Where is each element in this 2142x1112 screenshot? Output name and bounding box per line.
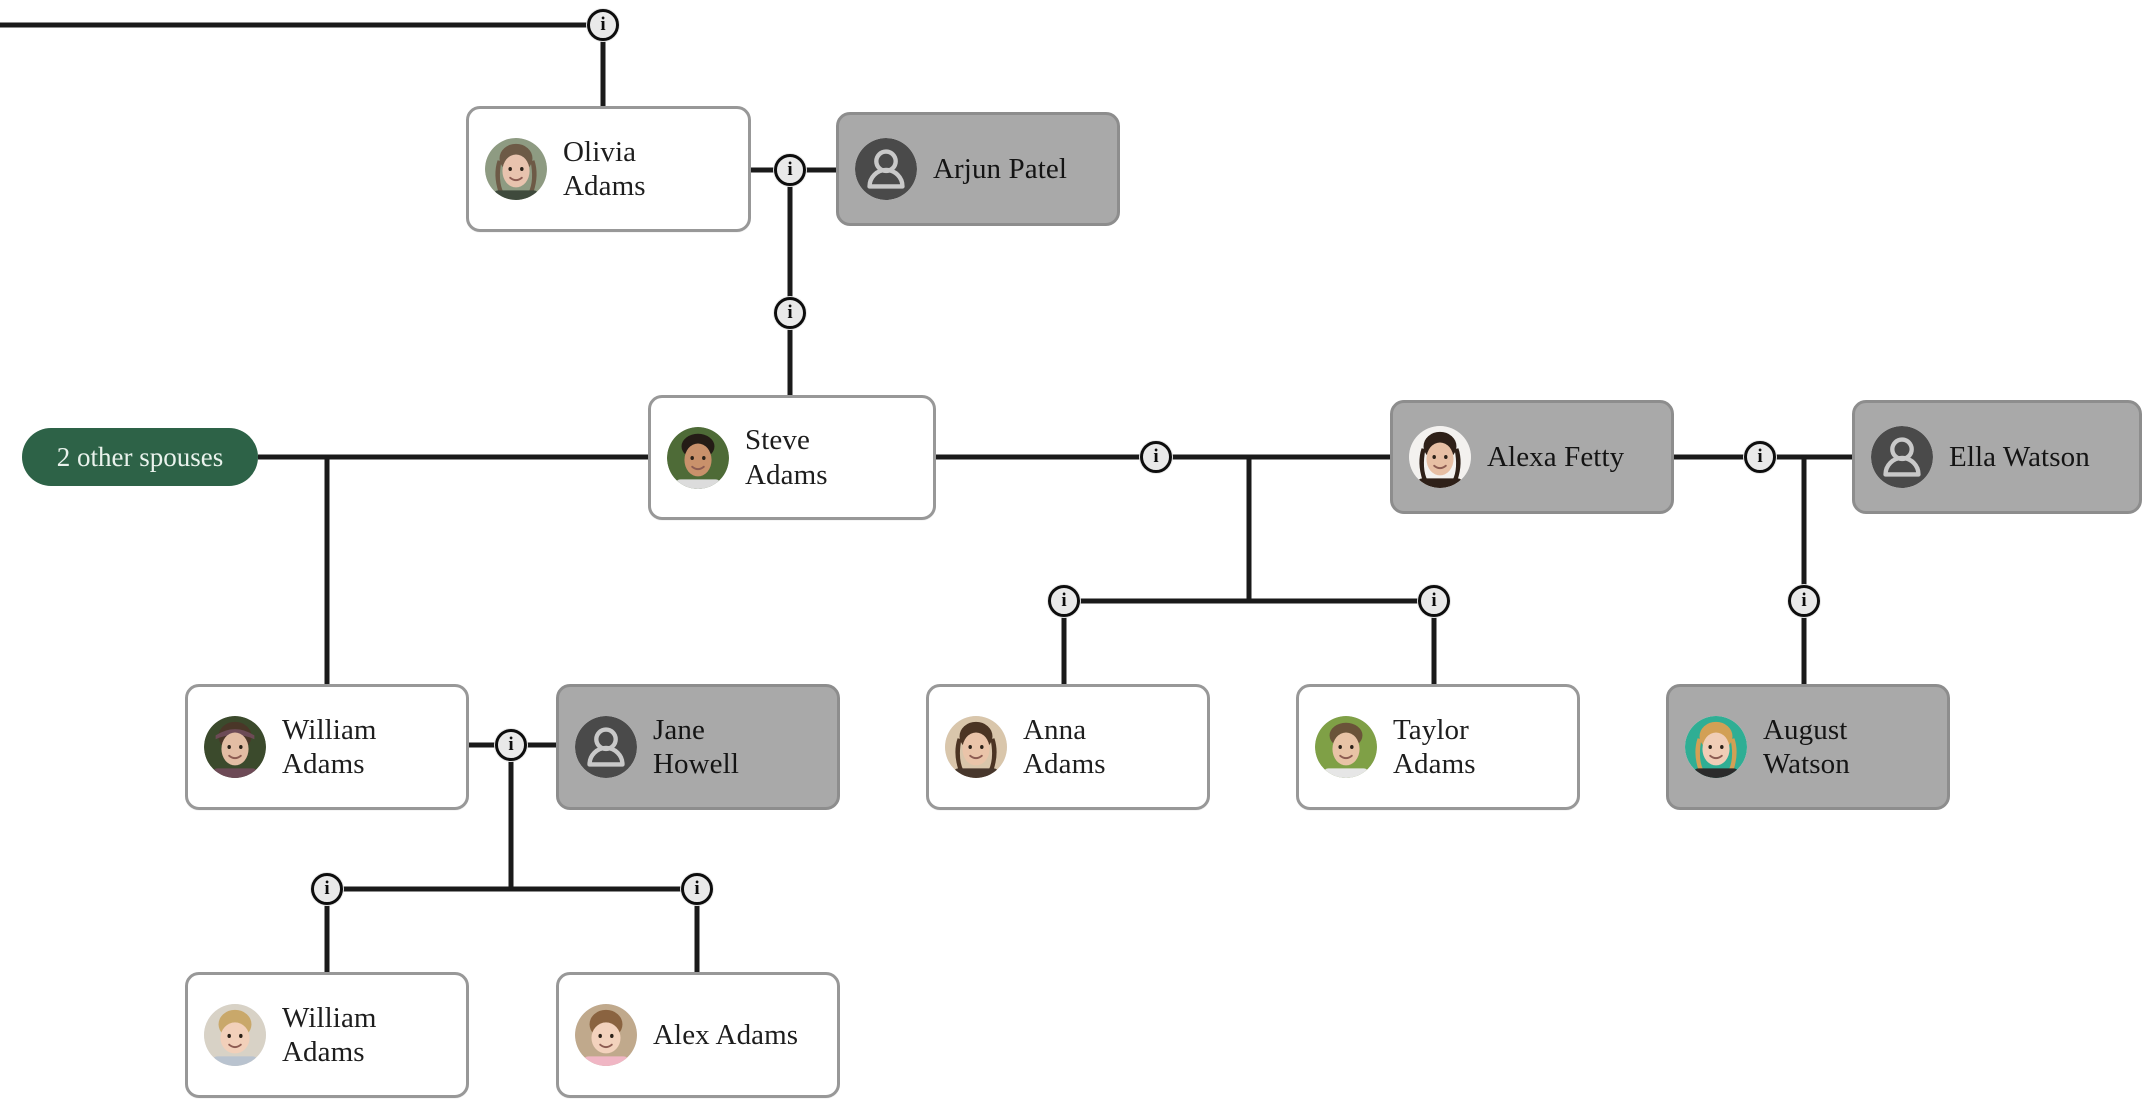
- person-placeholder-icon: [575, 716, 637, 778]
- person-placeholder-icon: [855, 138, 917, 200]
- person-name: Alex Adams: [653, 1018, 799, 1051]
- person-name: Olivia Adams: [563, 135, 646, 202]
- info-badge-ring: i: [681, 873, 713, 905]
- family-tree-canvas: 2 other spouses Olivia Adams Arjun Patel S…: [0, 0, 2142, 1112]
- info-badge-ring: i: [1418, 585, 1450, 617]
- info-badge-ring: i: [774, 297, 806, 329]
- avatar-photo: [485, 138, 547, 200]
- info-badge-letter: i: [1757, 445, 1763, 467]
- info-badge-letter: i: [1801, 589, 1807, 611]
- person-card-august-watson[interactable]: August Watson: [1666, 684, 1950, 810]
- avatar-photo: [1685, 716, 1747, 778]
- info-badge-olivia-arjun-icon[interactable]: i: [773, 153, 807, 187]
- info-badge-child-anna-icon[interactable]: i: [1047, 584, 1081, 618]
- person-card-william-adams-sr[interactable]: William Adams: [185, 684, 469, 810]
- person-name: Arjun Patel: [933, 152, 1067, 185]
- avatar-photo: [575, 1004, 637, 1066]
- info-badge-child-taylor-icon[interactable]: i: [1417, 584, 1451, 618]
- person-card-ella-watson[interactable]: Ella Watson: [1852, 400, 2142, 514]
- person-placeholder-icon: [1871, 426, 1933, 488]
- other-spouses-label: 2 other spouses: [56, 441, 224, 472]
- person-name: Alexa Fetty: [1487, 440, 1625, 473]
- info-badge-letter: i: [1431, 589, 1437, 611]
- info-badge-ring: i: [1140, 441, 1172, 473]
- info-badge-letter: i: [1061, 589, 1067, 611]
- avatar-photo: [667, 426, 729, 489]
- person-card-olivia-adams[interactable]: Olivia Adams: [466, 106, 751, 232]
- avatar-photo: [1409, 426, 1471, 488]
- info-badge-ring: i: [1788, 585, 1820, 617]
- info-badge-ring: i: [587, 9, 619, 41]
- person-name: Ella Watson: [1949, 440, 2090, 473]
- person-card-steve-adams[interactable]: Steve Adams: [648, 395, 936, 520]
- info-badge-ring: i: [1048, 585, 1080, 617]
- info-badge-ring: i: [1744, 441, 1776, 473]
- avatar-photo: [945, 716, 1007, 778]
- other-spouses-badge[interactable]: 2 other spouses: [22, 428, 258, 486]
- person-card-jane-howell[interactable]: Jane Howell: [556, 684, 840, 810]
- avatar-photo: [1315, 716, 1377, 778]
- info-badge-steve-alexa-icon[interactable]: i: [1139, 440, 1173, 474]
- info-badge-child-williamjr-icon[interactable]: i: [310, 872, 344, 906]
- person-name: Jane Howell: [653, 713, 739, 780]
- avatar-photo: [204, 716, 266, 778]
- info-badge-olivia-steve-icon[interactable]: i: [773, 296, 807, 330]
- avatar-photo: [204, 1004, 266, 1066]
- person-name: William Adams: [282, 713, 377, 780]
- person-card-anna-adams[interactable]: Anna Adams: [926, 684, 1210, 810]
- info-badge-letter: i: [600, 13, 606, 35]
- person-card-alexa-fetty[interactable]: Alexa Fetty: [1390, 400, 1674, 514]
- info-badge-child-august-icon[interactable]: i: [1787, 584, 1821, 618]
- person-name: Anna Adams: [1023, 713, 1106, 780]
- info-badge-letter: i: [324, 877, 330, 899]
- info-badge-child-alex-icon[interactable]: i: [680, 872, 714, 906]
- info-badge-ring: i: [495, 729, 527, 761]
- info-badge-william-jane-icon[interactable]: i: [494, 728, 528, 762]
- person-name: Steve Adams: [745, 424, 828, 491]
- person-card-william-adams-jr[interactable]: William Adams: [185, 972, 469, 1098]
- person-name: August Watson: [1763, 713, 1850, 780]
- info-badge-letter: i: [1153, 445, 1159, 467]
- info-badge-alexa-ella-icon[interactable]: i: [1743, 440, 1777, 474]
- person-name: William Adams: [282, 1001, 377, 1068]
- info-badge-letter: i: [787, 301, 793, 323]
- person-name: Taylor Adams: [1393, 713, 1476, 780]
- info-badge-letter: i: [787, 158, 793, 180]
- person-card-alex-adams[interactable]: Alex Adams: [556, 972, 840, 1098]
- info-badge-top-ancestor-icon[interactable]: i: [586, 8, 620, 42]
- info-badge-ring: i: [774, 154, 806, 186]
- person-card-taylor-adams[interactable]: Taylor Adams: [1296, 684, 1580, 810]
- info-badge-letter: i: [694, 877, 700, 899]
- info-badge-letter: i: [508, 733, 514, 755]
- person-card-arjun-patel[interactable]: Arjun Patel: [836, 112, 1120, 226]
- info-badge-ring: i: [311, 873, 343, 905]
